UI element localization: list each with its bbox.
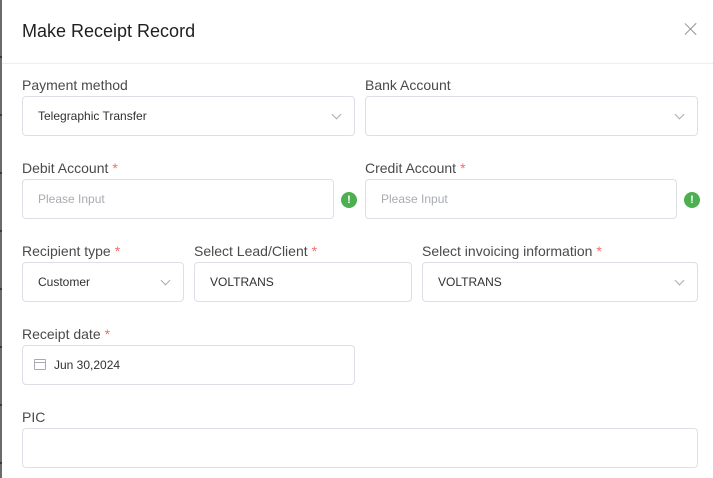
receipt-date-label: Receipt date * — [22, 326, 111, 342]
debit-account-placeholder: Please Input — [38, 192, 105, 206]
receipt-dialog: Make Receipt Record Payment method Teleg… — [2, 0, 713, 478]
required-marker: * — [112, 160, 118, 176]
pic-label: PIC — [22, 409, 46, 425]
dialog-header: Make Receipt Record — [2, 0, 713, 64]
chevron-down-icon — [674, 109, 685, 120]
close-icon[interactable] — [684, 22, 697, 35]
chevron-down-icon — [674, 275, 685, 286]
required-marker: * — [104, 326, 111, 342]
invoicing-info-value: VOLTRANS — [438, 275, 502, 289]
credit-account-label: Credit Account * — [365, 160, 466, 176]
invoicing-info-select[interactable]: VOLTRANS — [422, 262, 698, 302]
pic-input[interactable] — [22, 428, 698, 468]
required-marker: * — [596, 243, 602, 259]
credit-account-placeholder: Please Input — [381, 192, 448, 206]
lead-client-input[interactable]: VOLTRANS — [194, 262, 412, 302]
recipient-type-select[interactable]: Customer — [22, 262, 184, 302]
required-marker: * — [114, 243, 121, 259]
exclamation-icon: ! — [684, 192, 700, 208]
receipt-date-value: Jun 30,2024 — [54, 358, 121, 372]
payment-method-value: Telegraphic Transfer — [38, 109, 147, 123]
chevron-down-icon — [331, 109, 342, 120]
recipient-type-label: Recipient type * — [22, 243, 121, 259]
calendar-icon — [34, 359, 46, 370]
recipient-type-value: Customer — [38, 275, 91, 289]
debit-account-label: Debit Account * — [22, 160, 118, 176]
bank-account-select[interactable] — [365, 96, 698, 136]
required-marker: * — [460, 160, 466, 176]
invoicing-info-label: Select invoicing information * — [422, 243, 602, 259]
credit-account-input[interactable]: Please Input — [365, 179, 677, 219]
bank-account-label: Bank Account — [365, 77, 451, 93]
dialog-title: Make Receipt Record — [22, 21, 196, 41]
lead-client-label: Select Lead/Client * — [194, 243, 318, 259]
receipt-date-picker[interactable]: Jun 30,2024 — [22, 345, 355, 385]
payment-method-select[interactable]: Telegraphic Transfer — [22, 96, 355, 136]
chevron-down-icon — [160, 275, 171, 286]
debit-account-input[interactable]: Please Input — [22, 179, 334, 219]
exclamation-icon: ! — [341, 192, 357, 208]
required-marker: * — [311, 243, 318, 259]
lead-client-value: VOLTRANS — [210, 275, 274, 289]
payment-method-label: Payment method — [22, 77, 128, 93]
